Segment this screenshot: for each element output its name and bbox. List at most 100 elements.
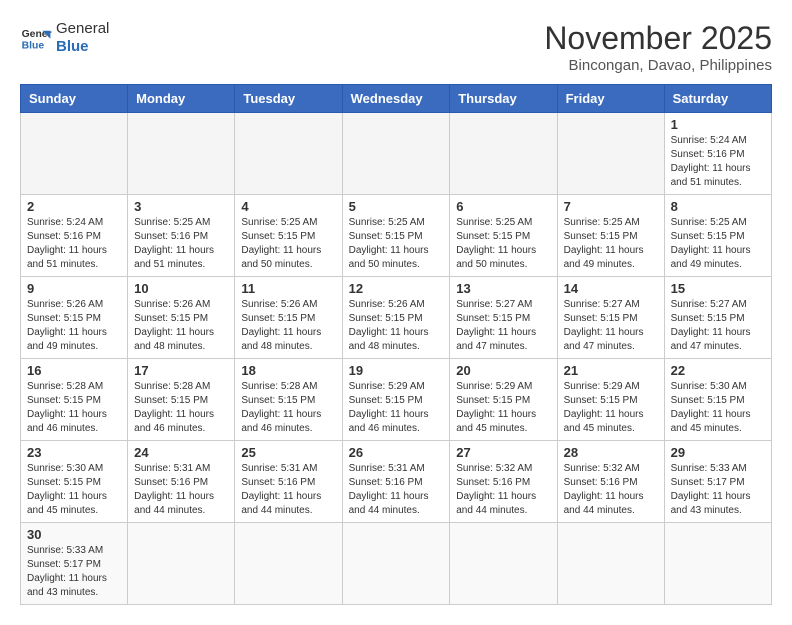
calendar-cell: 3Sunrise: 5:25 AM Sunset: 5:16 PM Daylig… — [128, 195, 235, 277]
day-number: 24 — [134, 445, 228, 460]
calendar-cell: 30 Sunrise: 5:33 AM Sunset: 5:17 PM Dayli… — [21, 523, 128, 605]
day-number: 1 — [671, 117, 765, 132]
day-number: 13 — [456, 281, 550, 296]
calendar-cell — [450, 523, 557, 605]
day-number: 27 — [456, 445, 550, 460]
day-info: Sunrise: 5:26 AM Sunset: 5:15 PM Dayligh… — [349, 298, 444, 354]
day-info: Sunrise: 5:27 AM Sunset: 5:15 PM Dayligh… — [456, 298, 550, 354]
calendar-cell: 15Sunrise: 5:27 AM Sunset: 5:15 PM Dayli… — [664, 277, 771, 359]
logo: General Blue General Blue — [20, 20, 109, 56]
weekday-header-friday: Friday — [557, 85, 664, 113]
calendar-cell: 1 Sunrise: 5:24 AM Sunset: 5:16 PM Daylig… — [664, 113, 771, 195]
calendar-week-6: 30 Sunrise: 5:33 AM Sunset: 5:17 PM Dayli… — [21, 523, 772, 605]
logo-blue: Blue — [56, 38, 109, 56]
calendar-cell — [21, 113, 128, 195]
day-number: 19 — [349, 363, 444, 378]
calendar-cell: 16 Sunrise: 5:28 AM Sunset: 5:15 PM Dayli… — [21, 359, 128, 441]
day-number: 4 — [241, 199, 335, 214]
day-number: 6 — [456, 199, 550, 214]
day-number: 9 — [27, 281, 121, 296]
day-info: Sunrise: 5:24 AM Sunset: 5:16 PM Dayligh… — [671, 134, 765, 190]
day-number: 8 — [671, 199, 765, 214]
calendar-header-row: SundayMondayTuesdayWednesdayThursdayFrid… — [21, 85, 772, 113]
calendar-cell — [557, 113, 664, 195]
calendar-cell — [557, 523, 664, 605]
calendar-week-1: 1 Sunrise: 5:24 AM Sunset: 5:16 PM Daylig… — [21, 113, 772, 195]
weekday-header-saturday: Saturday — [664, 85, 771, 113]
calendar-cell: 23Sunrise: 5:30 AM Sunset: 5:15 PM Dayli… — [21, 441, 128, 523]
day-info: Sunrise: 5:28 AM Sunset: 5:15 PM Dayligh… — [241, 380, 335, 436]
logo-blue-text: Blue — [56, 38, 89, 55]
weekday-header-monday: Monday — [128, 85, 235, 113]
calendar-cell: 8 Sunrise: 5:25 AM Sunset: 5:15 PM Daylig… — [664, 195, 771, 277]
day-number: 25 — [241, 445, 335, 460]
logo-icon: General Blue — [20, 24, 52, 52]
calendar-cell — [450, 113, 557, 195]
calendar-cell: 18 Sunrise: 5:28 AM Sunset: 5:15 PM Dayli… — [235, 359, 342, 441]
day-number: 18 — [241, 363, 335, 378]
calendar-cell: 2Sunrise: 5:24 AM Sunset: 5:16 PM Daylig… — [21, 195, 128, 277]
calendar-cell: 5 Sunrise: 5:25 AM Sunset: 5:15 PM Daylig… — [342, 195, 450, 277]
calendar-cell: 10 Sunrise: 5:26 AM Sunset: 5:15 PM Dayli… — [128, 277, 235, 359]
calendar-cell: 25Sunrise: 5:31 AM Sunset: 5:16 PM Dayli… — [235, 441, 342, 523]
calendar-cell — [342, 523, 450, 605]
day-number: 20 — [456, 363, 550, 378]
calendar-week-2: 2Sunrise: 5:24 AM Sunset: 5:16 PM Daylig… — [21, 195, 772, 277]
day-info: Sunrise: 5:31 AM Sunset: 5:16 PM Dayligh… — [134, 462, 228, 518]
weekday-header-wednesday: Wednesday — [342, 85, 450, 113]
day-info: Sunrise: 5:29 AM Sunset: 5:15 PM Dayligh… — [349, 380, 444, 436]
calendar-cell: 22 Sunrise: 5:30 AM Sunset: 5:15 PM Dayli… — [664, 359, 771, 441]
day-info: Sunrise: 5:30 AM Sunset: 5:15 PM Dayligh… — [27, 462, 121, 518]
day-info: Sunrise: 5:29 AM Sunset: 5:15 PM Dayligh… — [564, 380, 658, 436]
day-number: 26 — [349, 445, 444, 460]
calendar-cell — [235, 113, 342, 195]
day-number: 10 — [134, 281, 228, 296]
day-info: Sunrise: 5:25 AM Sunset: 5:16 PM Dayligh… — [134, 216, 228, 272]
day-info: Sunrise: 5:27 AM Sunset: 5:15 PM Dayligh… — [671, 298, 765, 354]
calendar-cell — [664, 523, 771, 605]
day-info: Sunrise: 5:31 AM Sunset: 5:16 PM Dayligh… — [349, 462, 444, 518]
day-number: 16 — [27, 363, 121, 378]
calendar-cell: 29Sunrise: 5:33 AM Sunset: 5:17 PM Dayli… — [664, 441, 771, 523]
calendar-cell: 28 Sunrise: 5:32 AM Sunset: 5:16 PM Dayli… — [557, 441, 664, 523]
day-info: Sunrise: 5:33 AM Sunset: 5:17 PM Dayligh… — [27, 544, 121, 600]
calendar-cell: 13 Sunrise: 5:27 AM Sunset: 5:15 PM Dayli… — [450, 277, 557, 359]
day-number: 28 — [564, 445, 658, 460]
day-number: 11 — [241, 281, 335, 296]
day-info: Sunrise: 5:25 AM Sunset: 5:15 PM Dayligh… — [456, 216, 550, 272]
day-info: Sunrise: 5:29 AM Sunset: 5:15 PM Dayligh… — [456, 380, 550, 436]
day-number: 2 — [27, 199, 121, 214]
calendar-week-4: 16 Sunrise: 5:28 AM Sunset: 5:15 PM Dayli… — [21, 359, 772, 441]
calendar-cell: 24 Sunrise: 5:31 AM Sunset: 5:16 PM Dayli… — [128, 441, 235, 523]
day-info: Sunrise: 5:30 AM Sunset: 5:15 PM Dayligh… — [671, 380, 765, 436]
calendar-cell: 20 Sunrise: 5:29 AM Sunset: 5:15 PM Dayli… — [450, 359, 557, 441]
day-number: 30 — [27, 527, 121, 542]
svg-text:Blue: Blue — [22, 40, 45, 51]
day-info: Sunrise: 5:28 AM Sunset: 5:15 PM Dayligh… — [27, 380, 121, 436]
day-info: Sunrise: 5:25 AM Sunset: 5:15 PM Dayligh… — [349, 216, 444, 272]
location-subtitle: Bincongan, Davao, Philippines — [544, 57, 772, 74]
calendar-cell: 19 Sunrise: 5:29 AM Sunset: 5:15 PM Dayli… — [342, 359, 450, 441]
day-info: Sunrise: 5:25 AM Sunset: 5:15 PM Dayligh… — [671, 216, 765, 272]
day-info: Sunrise: 5:28 AM Sunset: 5:15 PM Dayligh… — [134, 380, 228, 436]
day-number: 22 — [671, 363, 765, 378]
calendar-table: SundayMondayTuesdayWednesdayThursdayFrid… — [20, 84, 772, 605]
day-info: Sunrise: 5:26 AM Sunset: 5:15 PM Dayligh… — [27, 298, 121, 354]
calendar-cell: 12 Sunrise: 5:26 AM Sunset: 5:15 PM Dayli… — [342, 277, 450, 359]
day-number: 5 — [349, 199, 444, 214]
day-number: 7 — [564, 199, 658, 214]
month-title: November 2025 — [544, 20, 772, 57]
calendar-cell — [128, 523, 235, 605]
logo-general-text: General — [56, 20, 109, 37]
day-info: Sunrise: 5:27 AM Sunset: 5:15 PM Dayligh… — [564, 298, 658, 354]
day-number: 21 — [564, 363, 658, 378]
day-info: Sunrise: 5:26 AM Sunset: 5:15 PM Dayligh… — [134, 298, 228, 354]
calendar-cell — [342, 113, 450, 195]
calendar-cell — [235, 523, 342, 605]
day-number: 12 — [349, 281, 444, 296]
calendar-cell: 4Sunrise: 5:25 AM Sunset: 5:15 PM Daylig… — [235, 195, 342, 277]
day-info: Sunrise: 5:32 AM Sunset: 5:16 PM Dayligh… — [564, 462, 658, 518]
day-info: Sunrise: 5:26 AM Sunset: 5:15 PM Dayligh… — [241, 298, 335, 354]
day-info: Sunrise: 5:32 AM Sunset: 5:16 PM Dayligh… — [456, 462, 550, 518]
calendar-cell: 17Sunrise: 5:28 AM Sunset: 5:15 PM Dayli… — [128, 359, 235, 441]
